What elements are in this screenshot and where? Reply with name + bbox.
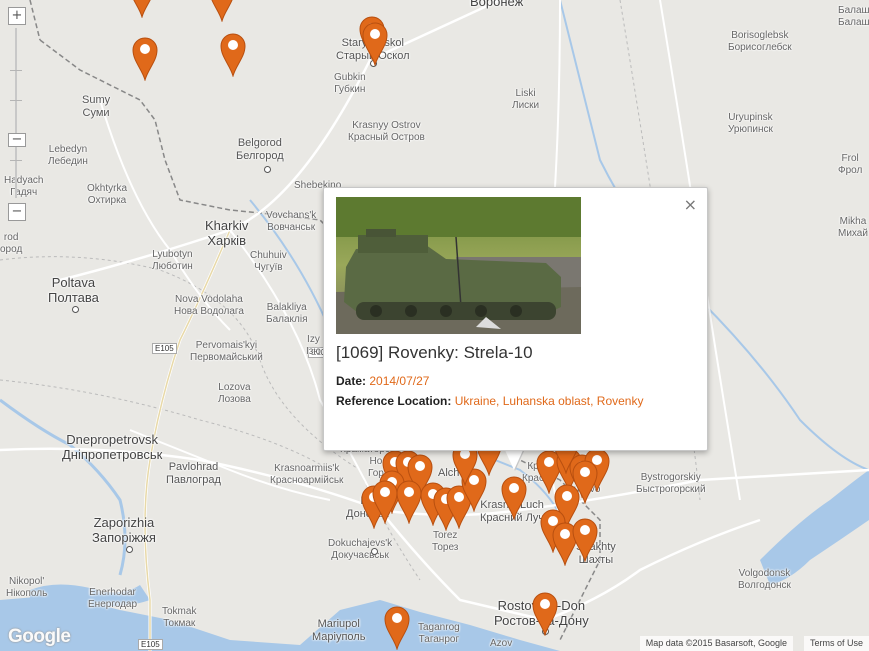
map-marker[interactable] — [531, 590, 559, 636]
map-pin-icon — [220, 33, 246, 77]
city-label: Borisoglebsk Борисоглебск — [728, 30, 792, 53]
city-label: Nova Vodolaha Нова Водолага — [174, 294, 244, 317]
date-link[interactable]: 2014/07/27 — [369, 374, 429, 388]
zoom-in-button[interactable]: + — [8, 7, 26, 25]
city-label: Балаш Балаш — [838, 5, 869, 28]
city-label: Taganrog Таганрог — [418, 622, 460, 645]
reference-link[interactable]: Ukraine, Luhanska oblast, Rovenky — [455, 394, 644, 408]
city-label: Kharkiv Харків — [205, 218, 249, 248]
reference-label: Reference Location: — [336, 394, 452, 408]
city-label: Lebedyn Лебедин — [48, 144, 88, 167]
city-label: Izy Ізю — [306, 334, 321, 357]
zoom-tick — [10, 160, 22, 161]
border-ua-ru-north — [29, 0, 41, 41]
zoom-slider-track[interactable] — [15, 28, 17, 198]
map-pin-icon — [362, 22, 388, 66]
date-label: Date: — [336, 374, 367, 388]
terms-of-use-link[interactable]: Terms of Use — [803, 636, 869, 651]
map-marker[interactable] — [361, 20, 389, 66]
road-shield: E105 — [152, 343, 177, 355]
city-label: Chuhuiv Чугуїв — [250, 250, 287, 273]
city-label: Krasnoarmiis'k Красноармійськ — [270, 463, 344, 486]
map-pin-icon — [372, 480, 398, 524]
city-label: Zaporizhia Запоріжжя — [92, 515, 156, 545]
vehicle-photo[interactable] — [336, 197, 581, 334]
city-label: Bystrogorskiy Быстрогорский — [636, 472, 706, 495]
map-marker[interactable] — [128, 0, 156, 18]
city-label: Mikha Михай — [838, 216, 868, 239]
city-label: Dnepropetrovsk Дніпропетровськ — [62, 432, 163, 462]
map-pin-icon — [501, 476, 527, 520]
city-label: Krasnyy Ostrov Красный Остров — [348, 120, 425, 143]
city-label: Hadyach Гадяч — [4, 175, 44, 198]
city-label: Tokmak Токмак — [162, 606, 197, 629]
city-label: Volgodonsk Волгодонск — [738, 568, 791, 591]
popup-title: [1069] Rovenky: Strela-10 — [336, 343, 533, 362]
city-dot — [72, 306, 79, 313]
city-label: Pavlohrad Павлоград — [166, 461, 221, 486]
zoom-tick — [10, 70, 22, 71]
popup-date-row: Date: 2014/07/27 — [336, 374, 429, 388]
road-shield: E105 — [138, 639, 163, 651]
city-label: Воронеж — [470, 0, 524, 9]
map-marker[interactable] — [371, 478, 399, 524]
map-pin-icon — [133, 0, 151, 18]
city-label: Dokuchajevs'k Докучаєвськ — [328, 538, 393, 561]
popup-tail — [504, 448, 524, 470]
map-pin-icon — [384, 606, 410, 650]
city-label: Okhtyrka Охтирка — [87, 183, 128, 206]
city-label: Sumy Суми — [82, 94, 111, 119]
city-label: Azov — [490, 638, 513, 649]
map-pin-icon — [211, 0, 233, 22]
city-label: Uryupinsk Урюпинск — [728, 112, 773, 135]
popup-reference-row: Reference Location: Ukraine, Luhanska ob… — [336, 394, 643, 408]
map-marker[interactable] — [500, 474, 528, 520]
map-marker[interactable] — [571, 516, 599, 562]
city-label: Gubkin Губкин — [334, 72, 366, 95]
zoom-tick — [10, 100, 22, 101]
city-label: Balakliya Балаклія — [266, 302, 308, 325]
zoom-out-button[interactable]: − — [8, 203, 26, 221]
city-label: rod ород — [0, 232, 23, 255]
city-dot — [371, 548, 378, 555]
zoom-slider-handle[interactable]: − — [8, 133, 26, 147]
city-label: Mariupol Маріуполь — [312, 618, 366, 643]
map-marker[interactable] — [383, 604, 411, 650]
close-icon[interactable]: × — [684, 197, 697, 213]
map-marker[interactable] — [131, 35, 159, 81]
map-pin-icon — [132, 37, 158, 81]
info-window: × [1069] Rovenky: Strela-10 Date: 2014/0… — [323, 187, 708, 451]
map-canvas[interactable]: E105 E105 E105 Воронеж Staryy Oskol Стары… — [0, 0, 869, 651]
city-label: Lozova Лозова — [218, 382, 251, 405]
city-label: Liski Лиски — [512, 88, 540, 111]
map-data-attribution: Map data ©2015 Basarsoft, Google — [639, 636, 793, 651]
google-logo[interactable]: Google — [8, 626, 71, 648]
map-marker[interactable] — [219, 31, 247, 77]
city-dot — [126, 546, 133, 553]
map-pin-icon — [572, 518, 598, 562]
city-label: Nikopol' Нікополь — [6, 576, 48, 599]
river-dnieper — [0, 398, 127, 576]
city-label: Enerhodar Енергодар — [88, 587, 138, 610]
city-label: Torez Торез — [432, 530, 459, 553]
map-pin-icon — [532, 592, 558, 636]
city-label: Belgorod Белгород — [236, 137, 284, 162]
city-label: Lyubotyn Люботин — [152, 249, 193, 272]
city-label: Frol Фрол — [838, 153, 863, 176]
city-dot — [264, 166, 271, 173]
map-marker[interactable] — [208, 0, 236, 22]
city-label: Pervomais'kyi Первомайський — [190, 340, 263, 363]
city-label: Vovchans'k Вовчанськ — [266, 210, 317, 233]
city-label: Poltava Полтава — [48, 275, 99, 305]
